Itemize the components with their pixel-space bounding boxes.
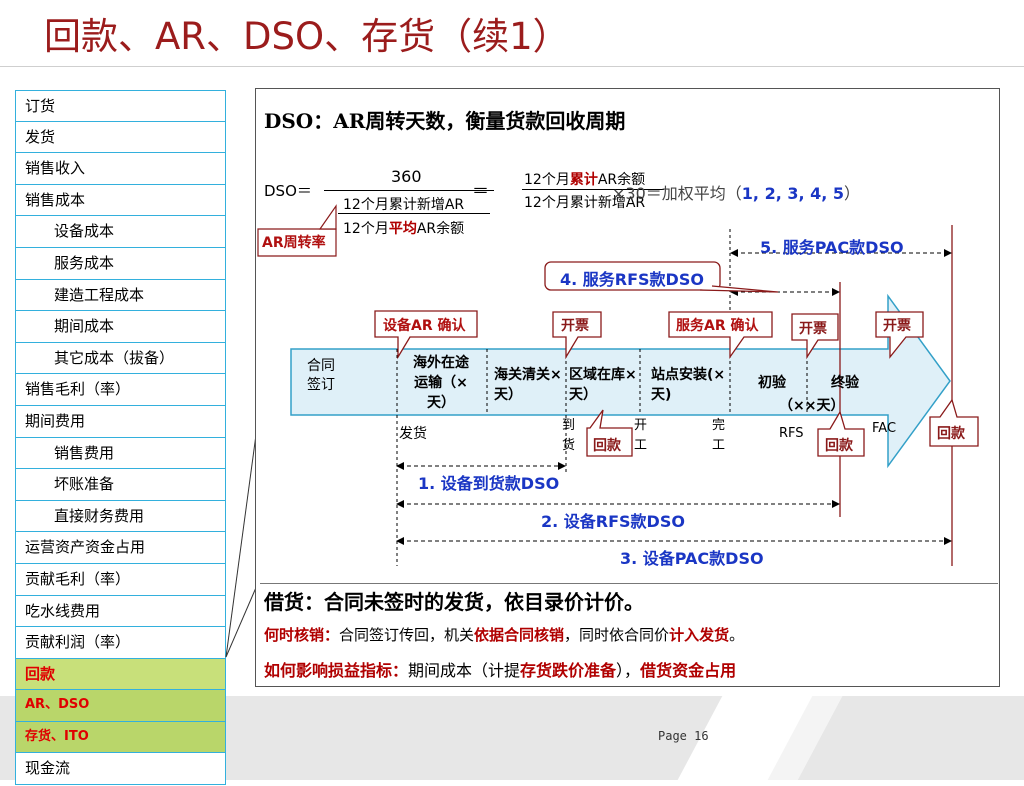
callout-equipment-ar: 设备AR 确认 [383, 318, 466, 334]
stage-customs: 海关清关×天） [494, 367, 562, 403]
callout-payment-3: 回款 [937, 426, 965, 442]
callout-payment-2: 回款 [825, 438, 853, 454]
stage-installation: 站点安装(×天) [651, 367, 726, 403]
milestone-ship: 发货 [399, 426, 427, 442]
stage-warehouse: 区域在库×天） [569, 367, 637, 403]
range-3-label: 3. 设备PAC款DSO [620, 549, 764, 568]
milestone-arrive: 到货 [562, 418, 576, 453]
milestone-fac: FAC [872, 421, 897, 436]
ar-turnover-label: AR周转率 [262, 235, 326, 251]
callout-invoice-2: 开票 [799, 321, 827, 337]
callout-service-ar: 服务AR 确认 [676, 318, 759, 334]
range-2-label: 2. 设备RFS款DSO [541, 512, 685, 531]
loan-impact: 如何影响损益指标：期间成本（计提存货跌价准备），借货资金占用 [264, 661, 737, 680]
loan-heading: 借货：合同未签时的发货，依目录价计价。 [264, 590, 644, 614]
milestone-done: 完工 [712, 418, 726, 453]
callout-invoice-3: 开票 [883, 318, 911, 334]
range-1-label: 1. 设备到货款DSO [418, 474, 560, 493]
milestone-start: 开工 [634, 418, 648, 453]
loan-when: 何时核销：合同签订传回，机关依据合同核销，同时依合同价计入发货。 [264, 626, 745, 644]
callout-payment-1: 回款 [593, 438, 621, 454]
stage-acceptance-days: （××天） [779, 398, 845, 414]
range-5-label: 5. 服务PAC款DSO [760, 238, 904, 257]
milestone-rfs: RFS [779, 426, 804, 441]
stage-transit: 海外在途运输（×天） [413, 355, 469, 411]
callout-invoice-1: 开票 [561, 318, 589, 334]
stage-initial-acceptance: 初验 [758, 375, 786, 391]
range-4-label: 4. 服务RFS款DSO [560, 270, 704, 289]
stage-contract: 合同签订 [307, 358, 335, 393]
stage-final-acceptance: 终验 [831, 375, 859, 391]
